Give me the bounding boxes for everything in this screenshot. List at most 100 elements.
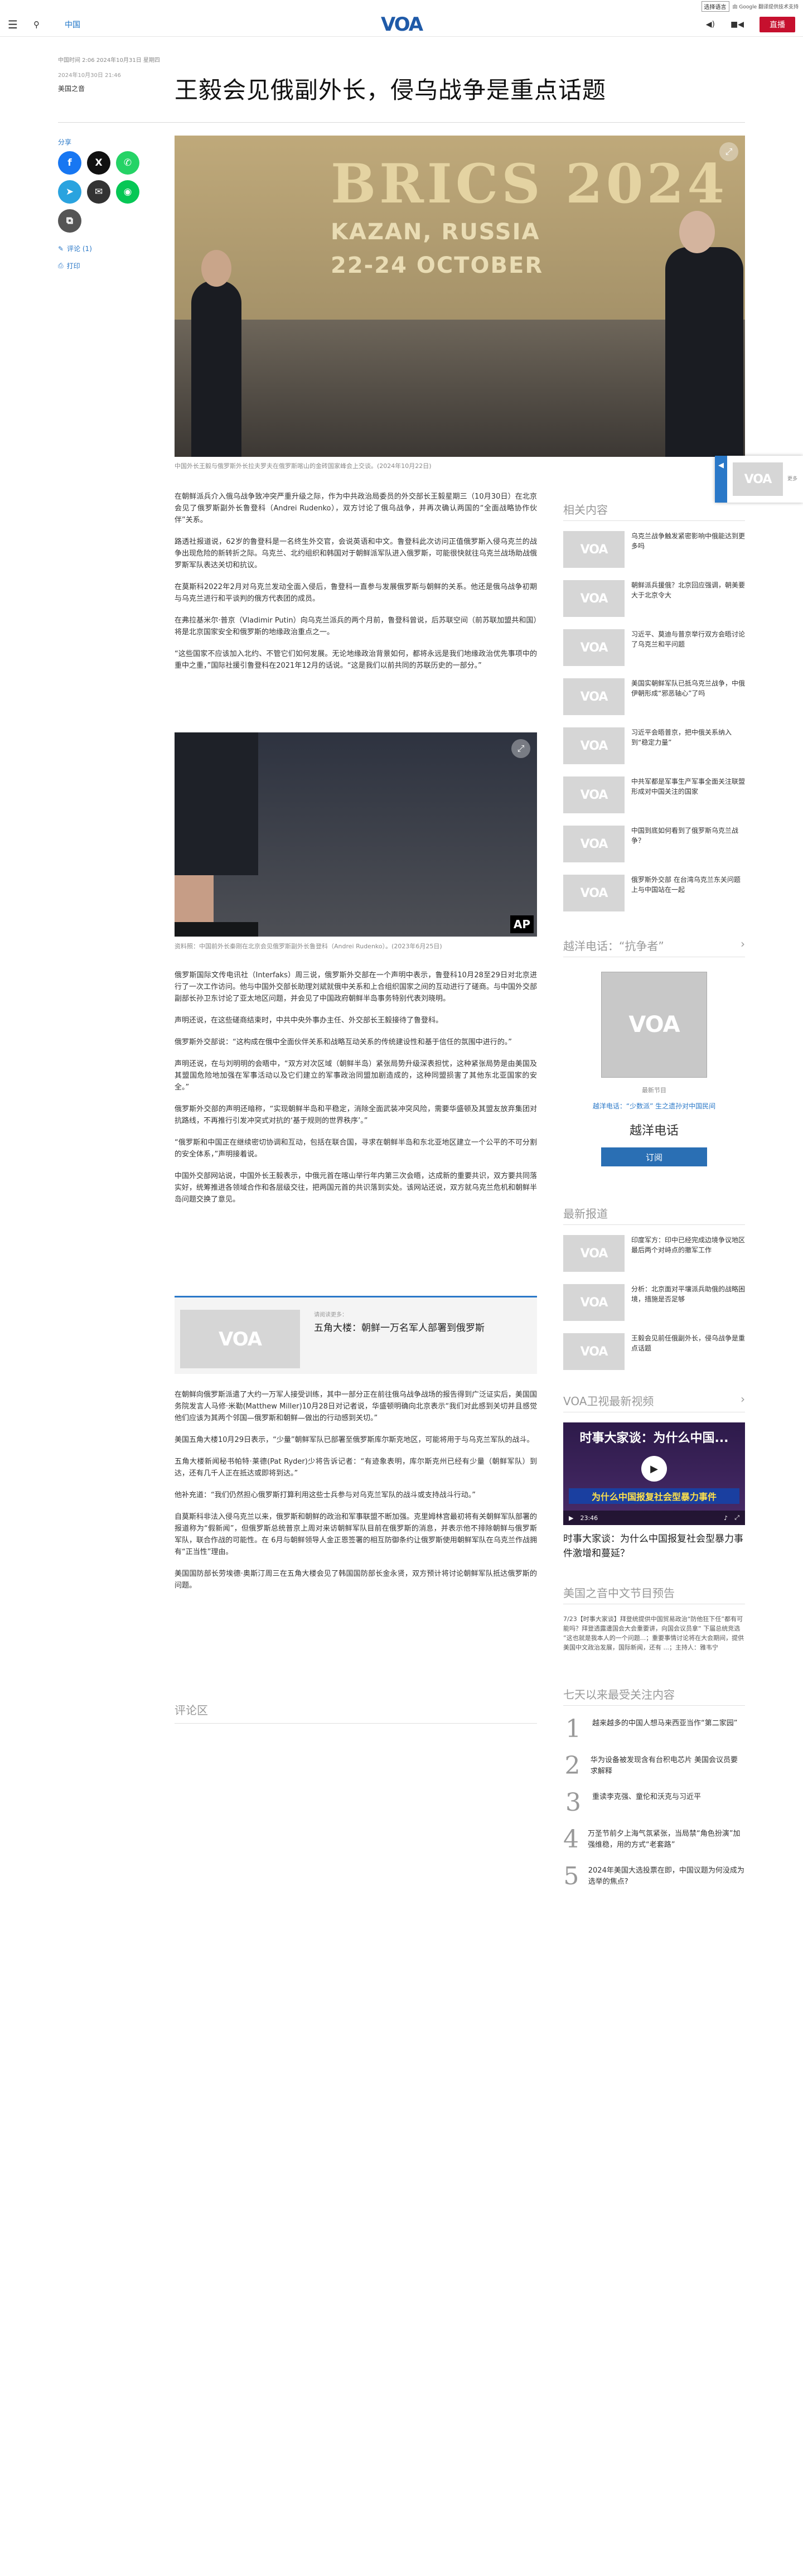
ap-credit: AP: [510, 915, 534, 933]
section-heading[interactable]: 越洋电话：“抗争者” ›: [563, 937, 745, 957]
list-item[interactable]: VOA 分析：北京面对平壤派兵助俄的战略困境，措施是否足够: [563, 1284, 745, 1323]
play-icon[interactable]: ▶: [641, 1456, 667, 1482]
list-item[interactable]: VOA 美国实朝鲜军队已抵乌克兰战争，中俄伊朝形成“邪恶轴心”了吗: [563, 678, 745, 717]
list-item[interactable]: 3 重读李克强、童伦和沃克与习近平: [563, 1789, 745, 1816]
paragraph: 路透社报道说，62岁的鲁登科是一名终生外交官，会说英语和中文。鲁登科此次访问正值…: [175, 538, 538, 570]
list-item[interactable]: VOA 习近平、莫迪与普京举行双方会晤讨论了乌克兰和平问题: [563, 629, 745, 668]
list-item[interactable]: 1 越来越多的中国人想马来西亚当作“第二家园”: [563, 1716, 745, 1743]
thumbnail: VOA: [563, 727, 625, 764]
list-item[interactable]: VOA 中国到底如何看到了俄罗斯乌克兰战争？: [563, 826, 745, 865]
thumbnail: VOA: [563, 776, 625, 813]
line-share-icon[interactable]: ◉: [116, 180, 139, 204]
section-heading[interactable]: VOA卫视最新视频 ›: [563, 1392, 745, 1412]
hero-person: [665, 247, 743, 457]
print-link[interactable]: ⎙ 打印: [58, 261, 142, 271]
chevron-right-icon: ›: [741, 937, 745, 951]
list-item[interactable]: VOA 俄罗斯外交部 在台湾乌克兰东关问题上与中国站在一起: [563, 875, 745, 914]
hero-person: [191, 281, 241, 457]
thumbnail: VOA: [563, 1235, 625, 1272]
list-item[interactable]: VOA 中共军都是军事生产军事全面关注联盟形成对中国关注的国家: [563, 776, 745, 816]
updated-date: 2024年10月30日 21:46: [58, 73, 121, 79]
sidebar-latest: 最新报道 VOA 印度军方：印中已经完成边境争议地区最后两个对峙点的撤军工作 VO…: [563, 1205, 745, 1372]
list-item[interactable]: 5 2024年美国大选投票在即，中国议题为何没成为选举的焦点?: [563, 1863, 745, 1890]
search-icon[interactable]: ⚲: [33, 20, 48, 30]
telegram-share-icon[interactable]: ➤: [58, 180, 81, 204]
hero-person-head: [201, 250, 231, 287]
podcast-cover[interactable]: VOA: [601, 972, 707, 1078]
thumbnail: VOA: [563, 629, 625, 666]
translate-powered-label: 由 Google 翻译提供技术支持: [732, 4, 799, 10]
related-article-card[interactable]: VOA 请阅读更多： 五角大楼：朝鲜一万名军人部署到俄罗斯: [175, 1296, 537, 1374]
paragraph: 美国国防部长劳埃德·奥斯汀周三在五角大楼会见了韩国国防部长金永贤，双方预计将讨论…: [175, 1570, 537, 1590]
voa-logo[interactable]: VOA: [374, 13, 429, 36]
print-icon: ⎙: [58, 262, 64, 269]
list-item[interactable]: VOA 乌克兰战争触发紧密影响中俄能达到更多吗: [563, 531, 745, 570]
copy-link-icon[interactable]: ⧉: [58, 209, 81, 233]
voa-logo-icon: VOA: [628, 1012, 680, 1038]
video-player[interactable]: 时事大家谈：为什么中国... ▶ 为什么中国报复社会型暴力事件 ▶ 23:46 …: [563, 1422, 745, 1525]
divider: [58, 122, 745, 123]
fullscreen-icon[interactable]: ⤢: [734, 1514, 739, 1522]
subscribe-button[interactable]: 订阅: [601, 1147, 707, 1166]
language-select[interactable]: 选择语言: [701, 1, 729, 12]
share-panel: 分享 f X ✆ ➤ ✉ ◉ ⧉ ✎ 评论 (1) ⎙ 打印: [58, 137, 142, 271]
page: 选择语言 由 Google 翻译提供技术支持 ☰ ⚲ 中国 VOA ◀) ■◀ …: [0, 0, 803, 2576]
paragraph: 中国外交部网站说，中国外长王毅表示，中俄元首在喀山举行年内第三次会晤，达成新的重…: [175, 1172, 538, 1204]
voa-logo-icon: VOA: [744, 472, 772, 486]
comment-link[interactable]: ✎ 评论 (1): [58, 244, 142, 253]
site-header: ☰ ⚲ 中国 VOA ◀) ■◀ 直播: [0, 12, 803, 37]
expand-image-icon[interactable]: ⤢: [511, 739, 530, 758]
image-person: [175, 732, 258, 875]
email-share-icon[interactable]: ✉: [87, 180, 110, 204]
facebook-share-icon[interactable]: f: [58, 151, 81, 175]
list-item[interactable]: VOA 印度军方：印中已经完成边境争议地区最后两个对峙点的撤军工作: [563, 1235, 745, 1274]
hero-banner-dates: 22-24 OCTOBER: [331, 253, 544, 278]
arrow-left-icon[interactable]: ◀: [715, 456, 727, 503]
section-heading: 最新报道: [563, 1205, 745, 1225]
paragraph: “俄罗斯和中国正在继续密切协调和互动，包括在联合国，寻求在朝鲜半岛和东北亚地区建…: [175, 1139, 537, 1159]
list-item[interactable]: 2 华为设备被发现含有台积电芯片 美国会议员要求解释: [563, 1753, 745, 1779]
whatsapp-share-icon[interactable]: ✆: [116, 151, 139, 175]
paragraph: 在朝鲜向俄罗斯派遣了大约一万军人接受训练，其中一部分正在前往俄乌战争战场的报告得…: [175, 1391, 538, 1422]
paragraph: 俄罗斯外交部说：“这构成在俄中全面伙伴关系和战略互动关系的传统建设性和基于信任的…: [175, 1038, 512, 1046]
volume-icon[interactable]: ♪: [724, 1514, 728, 1522]
thumbnail: VOA: [563, 1284, 625, 1321]
expand-image-icon[interactable]: ⤢: [719, 142, 738, 161]
live-button[interactable]: 直播: [760, 16, 795, 32]
rank-number: 5: [563, 1862, 579, 1890]
section-heading: 七天以来最受关注内容: [563, 1686, 745, 1706]
play-icon[interactable]: ▶: [569, 1514, 573, 1522]
section-link[interactable]: 中国: [65, 19, 80, 30]
comments-heading: 评论区: [175, 1701, 537, 1724]
list-item[interactable]: 4 万圣节前夕上海气氛紧张，当局禁“角色扮演”加强维稳，用的方式“老套路”: [563, 1826, 745, 1853]
sidebar-related: 相关内容 VOA 乌克兰战争触发紧密影响中俄能达到更多吗 VOA 朝鲜派兵援俄？北京…: [563, 501, 745, 914]
list-item[interactable]: VOA 习近平会晤普京，把中俄关系纳入到“稳定力量”: [563, 727, 745, 766]
sidebar-preview: 美国之音中文节目预告 7/23【时事大家谈】拜登统提供中国贸易政治“防他狂下任”…: [563, 1584, 745, 1652]
image-person: [175, 922, 258, 937]
category-label: 美国之音: [58, 85, 85, 93]
paragraph: 在朝鲜派兵介入俄乌战争致冲突严重升级之际，作为中共政治局委员的外交部长王毅星期三…: [175, 493, 537, 524]
video-icon[interactable]: ■◀: [731, 20, 744, 29]
image-person-head: [175, 875, 214, 922]
podcast-name: 越洋电话: [629, 1124, 679, 1138]
related-title[interactable]: 五角大楼：朝鲜一万名军人部署到俄罗斯: [314, 1320, 485, 1334]
paragraph: 自莫斯科非法入侵乌克兰以来，俄罗斯和朝鲜的政治和军事联盟不断加强。克里姆林宫最初…: [175, 1513, 538, 1556]
section-heading: 相关内容: [563, 501, 745, 521]
paragraph: 声明还说，在这些磋商结束时，中共中央外事办主任、外交部长王毅接待了鲁登科。: [175, 1016, 443, 1025]
video-overlay-text: 时事大家谈：为什么中国...: [579, 1431, 729, 1445]
floating-media-widget[interactable]: ◀ VOA 更多: [715, 456, 803, 503]
menu-icon[interactable]: ☰: [8, 18, 22, 31]
paragraph: 声明还说，在与刘明明的会晤中，“双方对次区域（朝鲜半岛）紧张局势升级深表担忧，这…: [175, 1060, 537, 1092]
article-header: 中国时间 2:06 2024年10月31日 星期四 2024年10月30日 21…: [0, 37, 803, 140]
list-item[interactable]: VOA 朝鲜派兵援俄？北京回应强调，朝美要大于北京令大: [563, 580, 745, 619]
program-preview-text: 7/23【时事大家谈】拜登统提供中国贸易政治“防他狂下任”都有可能吗？拜登透露遭…: [563, 1615, 744, 1651]
list-item[interactable]: VOA 王毅会见前任俄副外长，侵乌战争是重点话题: [563, 1333, 745, 1372]
audio-icon[interactable]: ◀): [706, 20, 715, 29]
paragraph: 俄罗斯外交部的声明还暗称，“实现朝鲜半岛和平稳定，消除全面武装冲突风险，需要华盛…: [175, 1105, 537, 1125]
video-controls[interactable]: ▶ 23:46 ♪ ⤢: [563, 1511, 745, 1525]
paragraph: 在莫斯科2022年2月对乌克兰发动全面入侵后，鲁登科一直参与发展俄罗斯与朝鲜的关…: [175, 583, 537, 603]
rank-number: 1: [565, 1715, 581, 1743]
x-share-icon[interactable]: X: [87, 151, 110, 175]
video-title[interactable]: 时事大家谈：为什么中国报复社会型暴力事件激增和蔓延？: [563, 1532, 745, 1561]
podcast-episode-link[interactable]: 越洋电话：“少数派” 生之遗孙对中国民间: [563, 1101, 745, 1111]
